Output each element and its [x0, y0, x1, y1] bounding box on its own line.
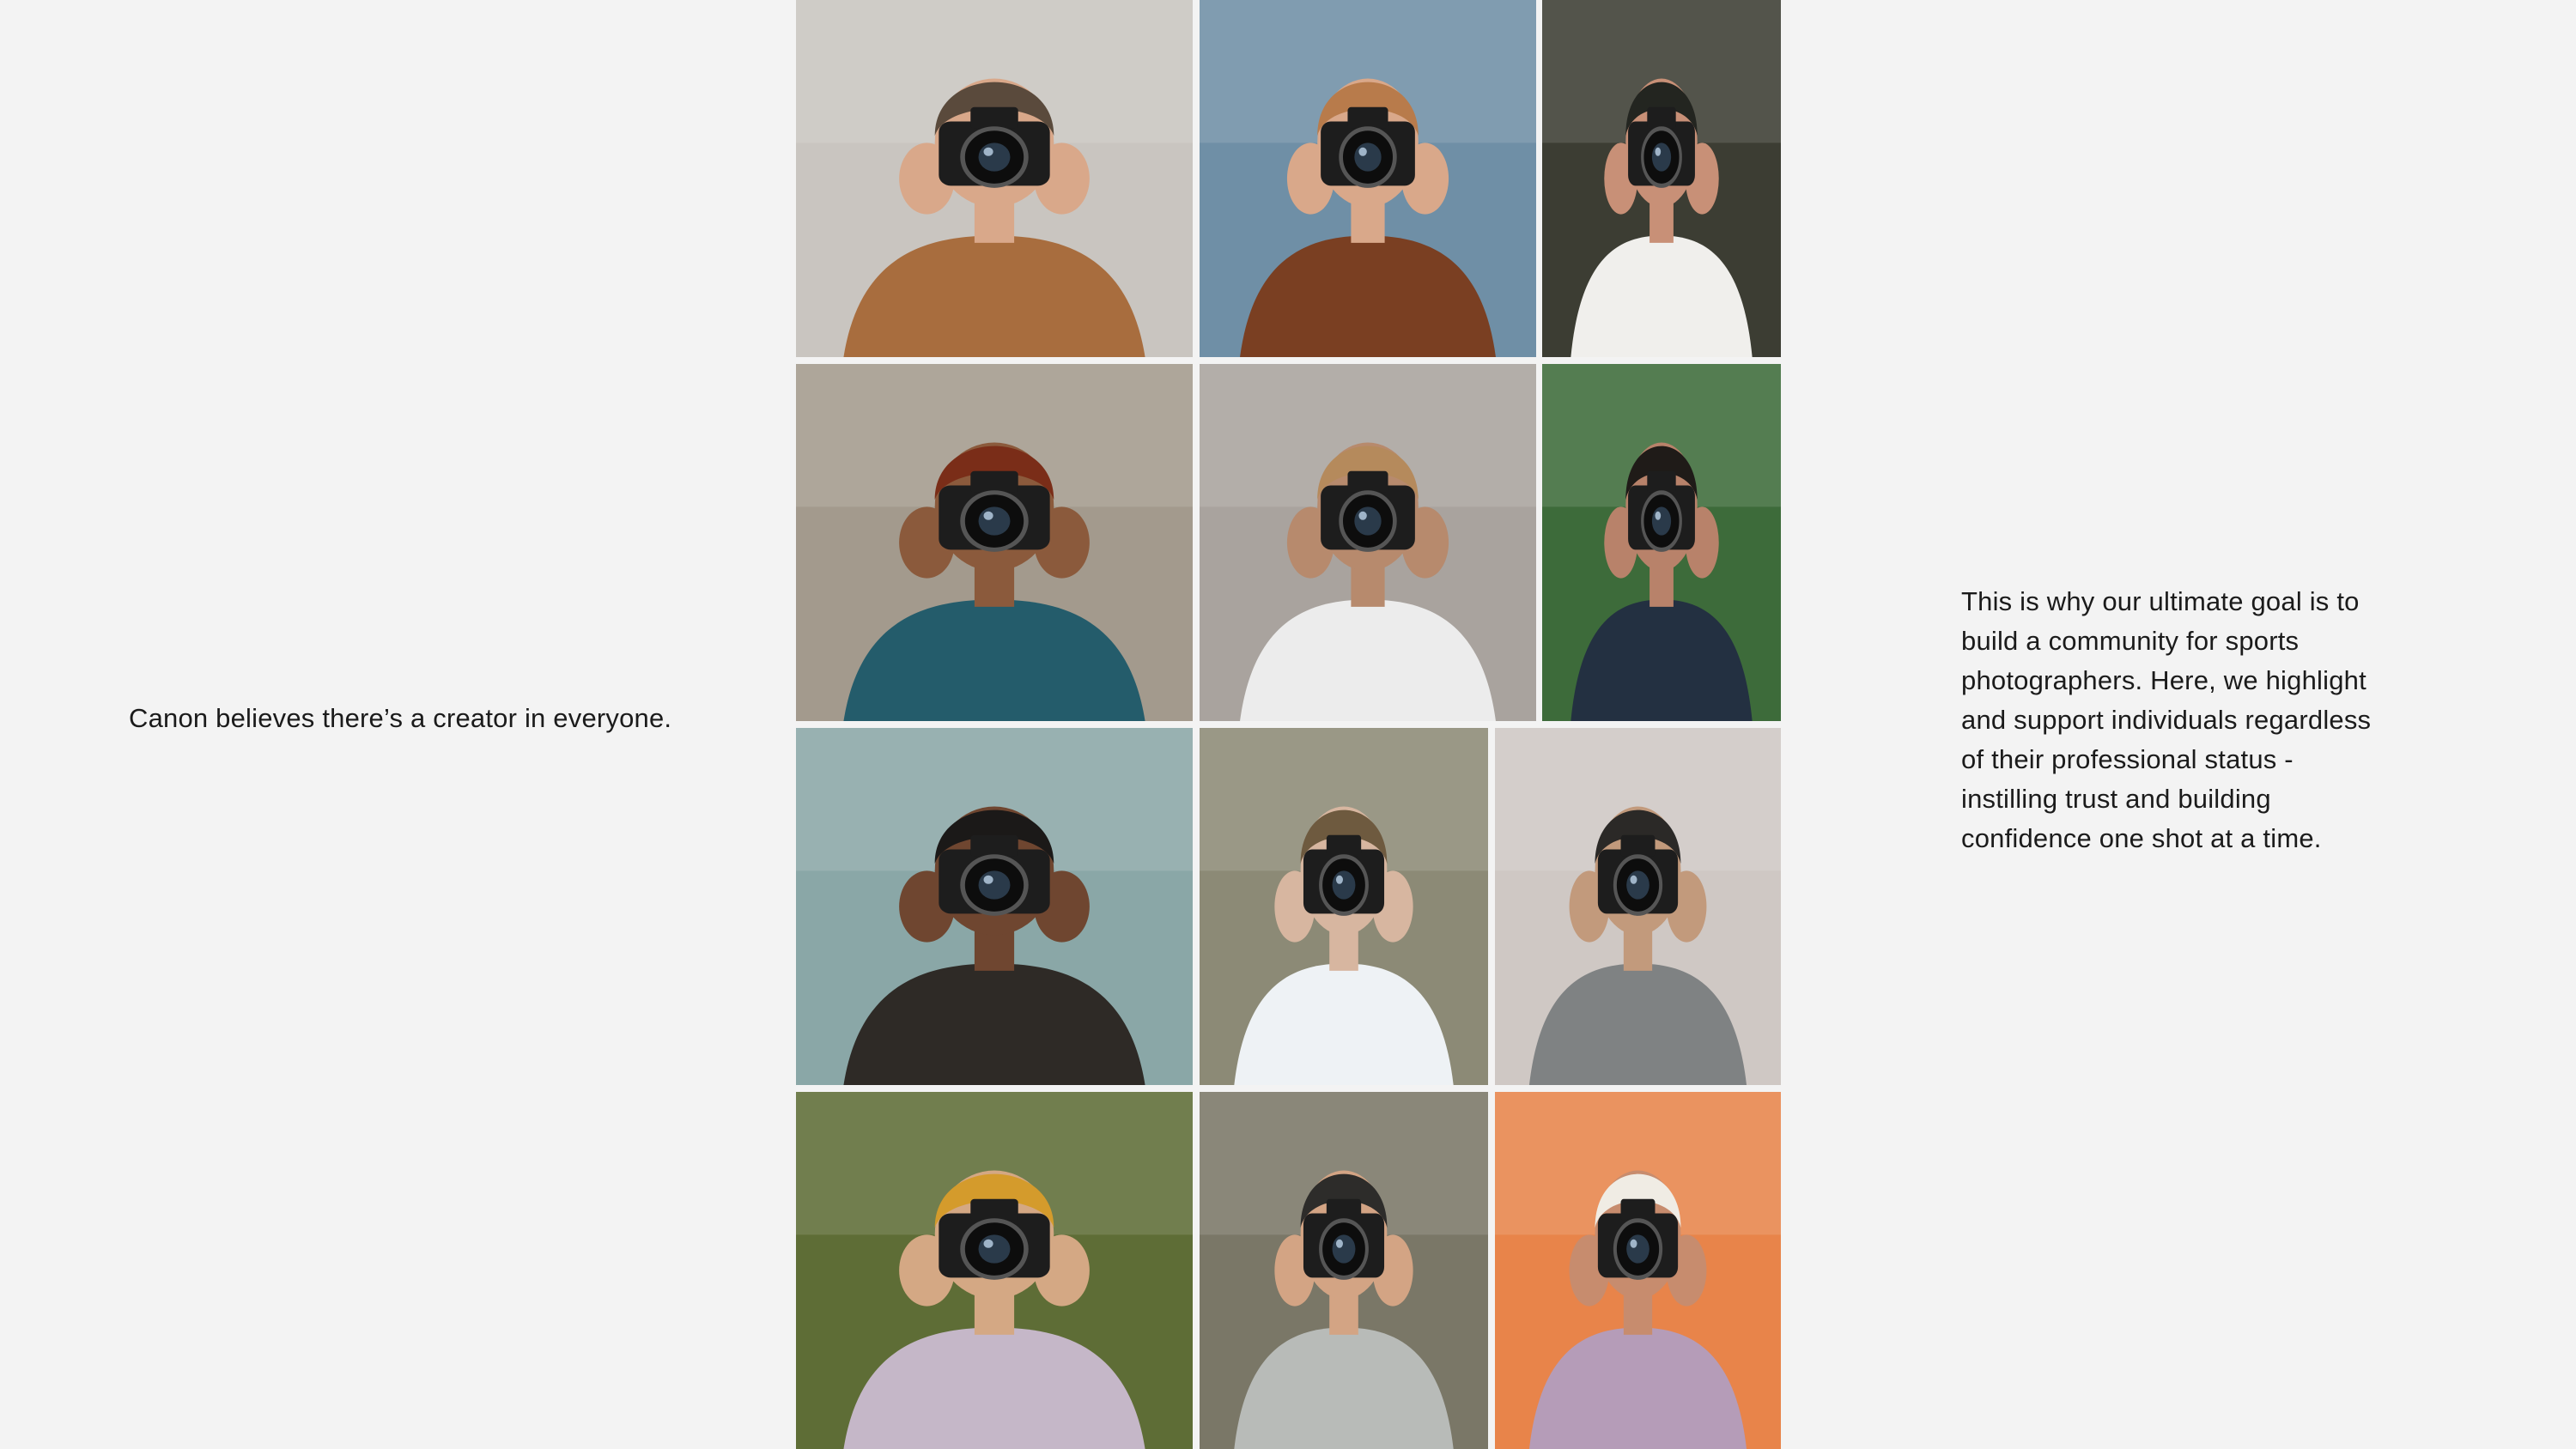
gallery-photo: [1200, 0, 1536, 357]
mission-text: This is why our ultimate goal is to buil…: [1961, 586, 2372, 853]
gallery-photo: [1200, 728, 1488, 1085]
gallery-photo: [1542, 364, 1781, 721]
gallery-photo: [1200, 364, 1536, 721]
photo-image: [1200, 0, 1536, 357]
photo-image: [796, 364, 1193, 721]
gallery-photo: [796, 0, 1193, 357]
gallery-photo: [1542, 0, 1781, 357]
photo-image: [1200, 1092, 1488, 1449]
gallery-photo: [796, 364, 1193, 721]
photo-image: [1495, 728, 1781, 1085]
photo-image: [796, 728, 1193, 1085]
photo-image: [1542, 0, 1781, 357]
photo-image: [796, 1092, 1193, 1449]
photo-image: [1542, 364, 1781, 721]
gallery-photo: [1200, 1092, 1488, 1449]
gallery-photo: [796, 728, 1193, 1085]
photo-image: [1200, 728, 1488, 1085]
gallery-photo: [796, 1092, 1193, 1449]
photo-image: [1495, 1092, 1781, 1449]
gallery-photo: [1495, 728, 1781, 1085]
photo-image: [796, 0, 1193, 357]
intro-text: Canon believes there’s a creator in ever…: [129, 703, 672, 733]
gallery-photo: [1495, 1092, 1781, 1449]
photo-image: [1200, 364, 1536, 721]
